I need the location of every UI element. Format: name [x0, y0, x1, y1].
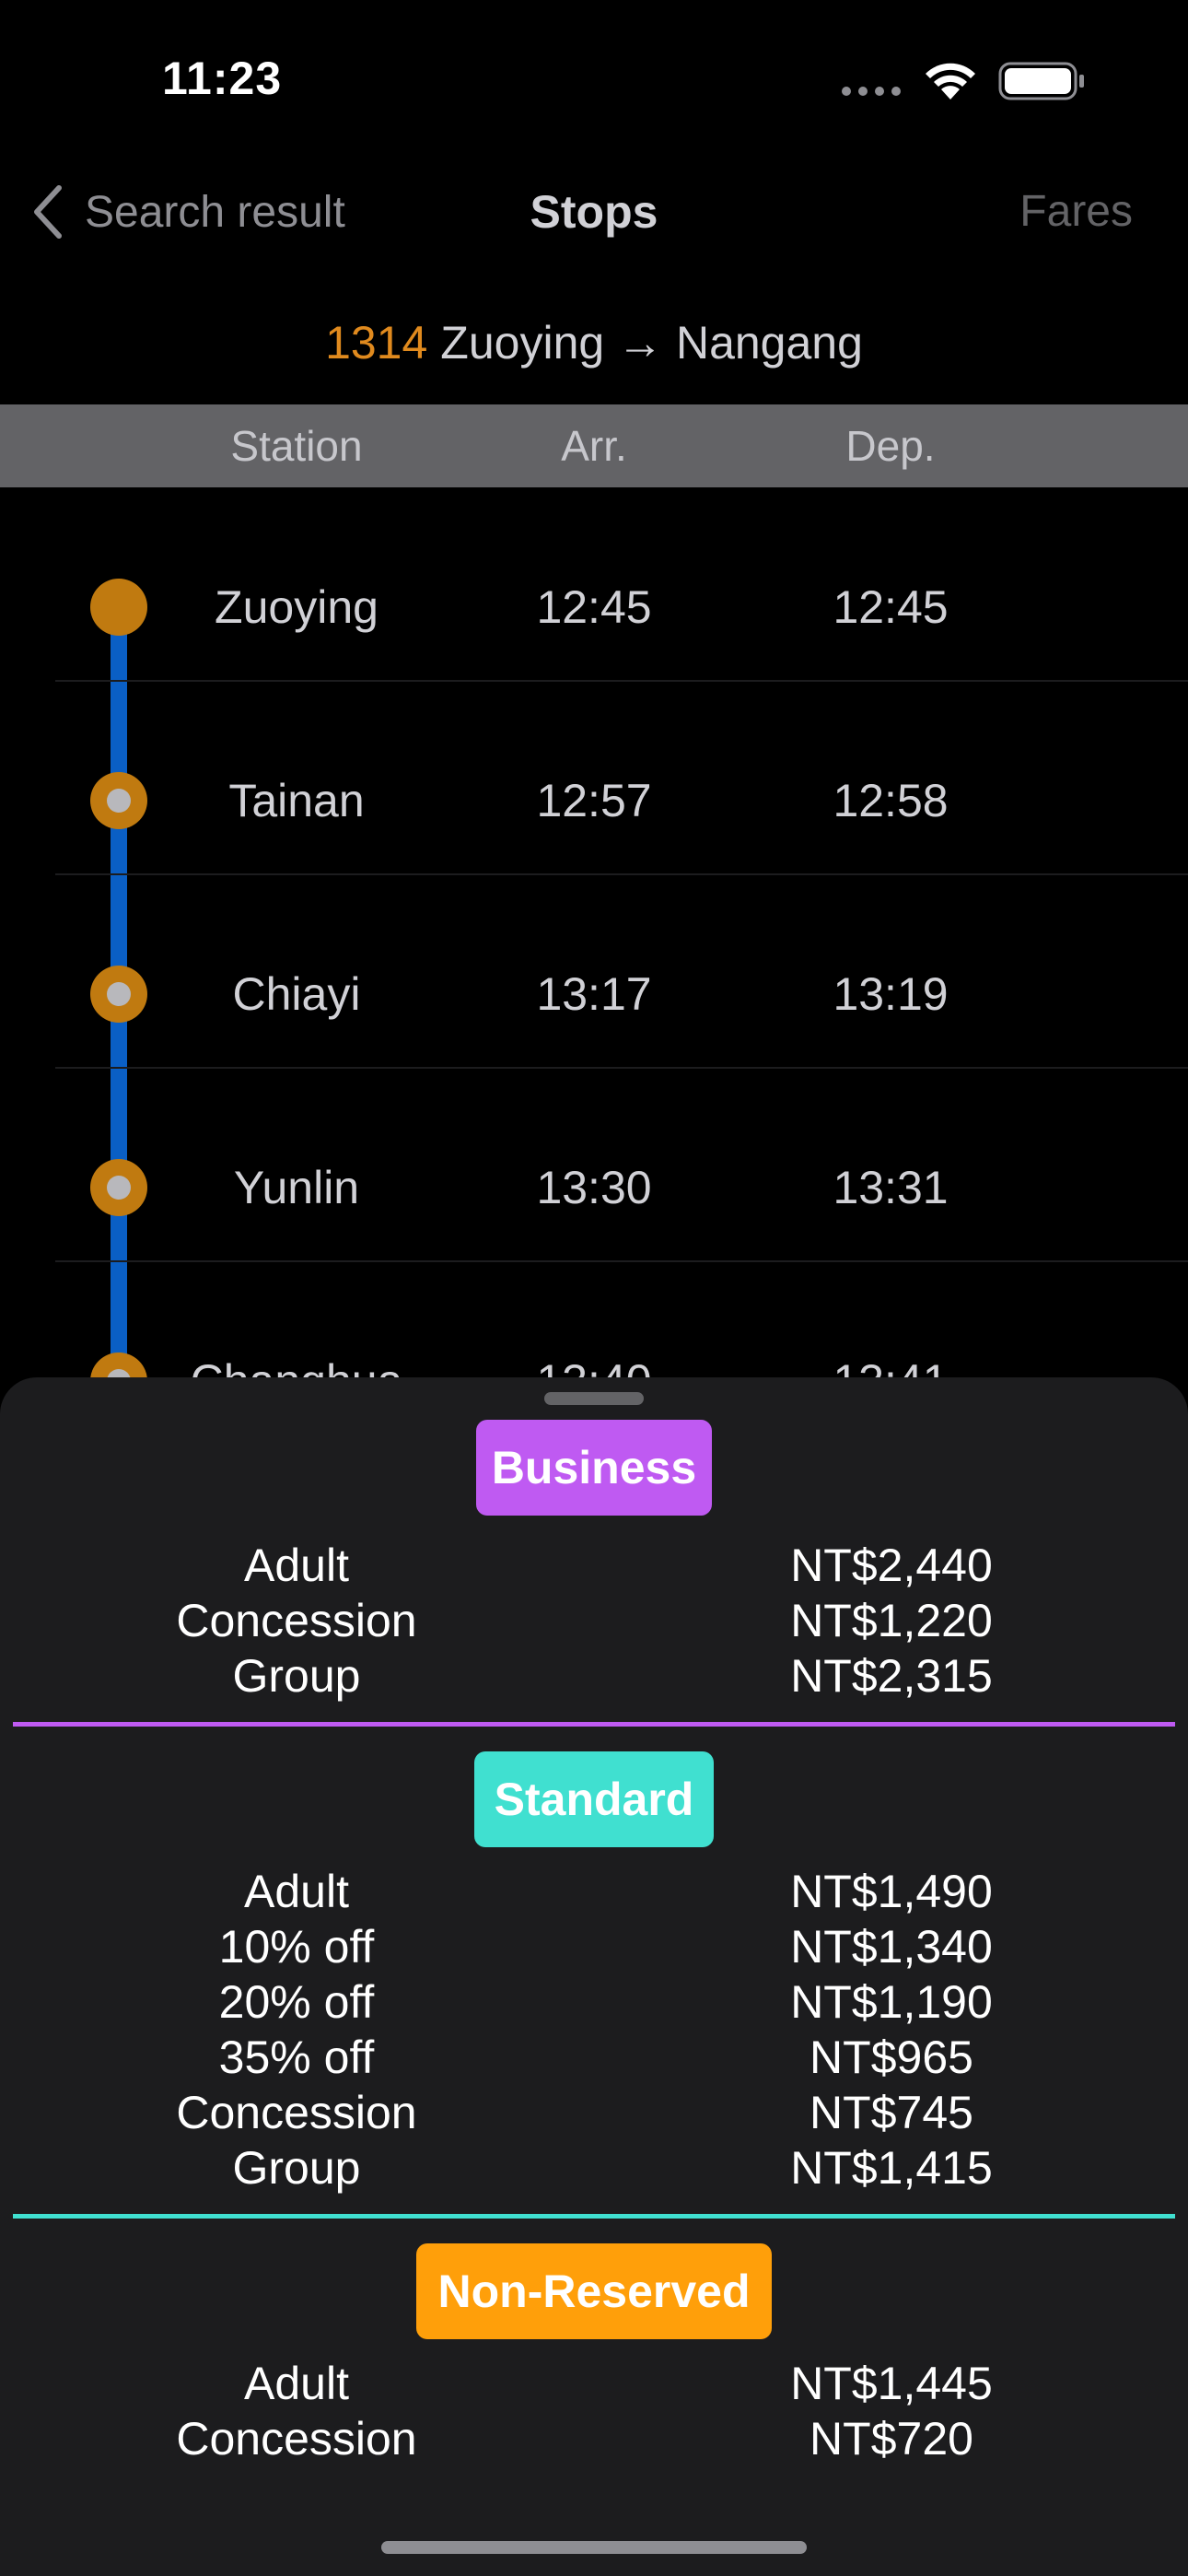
fare-type: Concession	[176, 2413, 417, 2465]
fare-price: NT$1,340	[790, 1921, 993, 1973]
non-reserved-class-badge: Non-Reserved	[416, 2243, 772, 2339]
stop-departure: 12:58	[833, 775, 949, 826]
fare-type: Group	[232, 1650, 361, 1702]
stop-station: Yunlin	[233, 1162, 360, 1213]
stop-row[interactable]: Tainan 12:57 12:58	[0, 682, 1188, 875]
fare-price: NT$1,445	[790, 2358, 993, 2409]
train-number: 1314	[325, 317, 428, 369]
fare-type: Adult	[244, 1540, 349, 1591]
fare-row: Adult NT$2,440	[0, 1538, 1188, 1593]
fare-type: Adult	[244, 1866, 349, 1917]
status-time: 11:23	[162, 53, 283, 104]
stop-station: Chiayi	[232, 968, 361, 1020]
column-departure: Dep.	[845, 422, 936, 470]
standard-class-badge: Standard	[474, 1751, 714, 1847]
column-header: Station Arr. Dep.	[0, 404, 1188, 487]
stop-departure: 13:31	[833, 1162, 949, 1213]
fare-row: Group NT$1,415	[0, 2140, 1188, 2195]
fare-type: Group	[232, 2142, 361, 2194]
stop-row[interactable]: Changhua 13:40 13:41	[0, 1262, 1188, 1377]
fare-row: Adult NT$1,490	[0, 1864, 1188, 1919]
battery-icon	[998, 62, 1084, 100]
status-bar: 11:23	[0, 0, 1188, 138]
fare-price: NT$1,490	[790, 1866, 993, 1917]
fare-row: 35% off NT$965	[0, 2030, 1188, 2085]
nav-bar: Search result Stops Fares	[0, 157, 1188, 267]
fare-row: Concession NT$1,220	[0, 1593, 1188, 1648]
stop-station: Changhua	[158, 1354, 435, 1377]
home-indicator[interactable]	[381, 2541, 807, 2554]
business-class-badge: Business	[476, 1420, 712, 1516]
fare-price: NT$720	[809, 2413, 973, 2465]
fare-row: Group NT$2,315	[0, 1648, 1188, 1704]
stop-station: Tainan	[228, 775, 365, 826]
train-route: Zuoying → Nangang	[440, 317, 863, 369]
stops-list[interactable]: Zuoying 12:45 12:45 Tainan 12:57 12:58 C…	[0, 488, 1188, 1377]
stop-arrival: 13:17	[536, 968, 652, 1020]
fare-type: Adult	[244, 2358, 349, 2409]
fare-type: Concession	[176, 2087, 417, 2138]
column-station: Station	[230, 422, 363, 470]
column-arrival: Arr.	[561, 422, 627, 470]
stop-row[interactable]: Yunlin 13:30 13:31	[0, 1069, 1188, 1262]
fares-sheet[interactable]: Business Adult NT$2,440 Concession NT$1,…	[0, 1377, 1188, 2576]
stop-dot	[90, 1159, 147, 1216]
standard-divider	[13, 2214, 1175, 2219]
train-header: 1314 Zuoying → Nangang	[0, 310, 1188, 376]
fare-type: 20% off	[218, 1976, 375, 2028]
stop-departure: 13:19	[833, 968, 949, 1020]
fare-price: NT$745	[809, 2087, 973, 2138]
wifi-icon	[926, 63, 975, 100]
fare-type: 35% off	[218, 2032, 375, 2083]
stop-station: Zuoying	[215, 581, 379, 633]
stop-row[interactable]: Chiayi 13:17 13:19	[0, 875, 1188, 1069]
stop-departure: 13:41	[752, 1354, 1029, 1377]
fare-price: NT$1,220	[790, 1595, 993, 1646]
stop-dot	[90, 772, 147, 829]
business-divider	[13, 1722, 1175, 1727]
cellular-signal-icon	[842, 87, 901, 96]
fare-row: Adult NT$1,445	[0, 2356, 1188, 2411]
fares-button[interactable]: Fares	[1019, 182, 1133, 241]
stop-dot	[90, 966, 147, 1023]
stop-departure: 12:45	[833, 581, 949, 633]
fare-row: 20% off NT$1,190	[0, 1974, 1188, 2030]
fare-price: NT$1,415	[790, 2142, 993, 2194]
stop-row[interactable]: Zuoying 12:45 12:45	[0, 488, 1188, 682]
fare-row: Concession NT$745	[0, 2085, 1188, 2140]
fare-type: Concession	[176, 1595, 417, 1646]
fare-price: NT$1,190	[790, 1976, 993, 2028]
stop-dot	[90, 1352, 147, 1377]
page-title: Stops	[530, 186, 658, 238]
sheet-grabber[interactable]	[544, 1392, 644, 1405]
fare-row: Concession NT$720	[0, 2411, 1188, 2466]
stop-arrival: 12:45	[536, 581, 652, 633]
fare-row: 10% off NT$1,340	[0, 1919, 1188, 1974]
stop-arrival: 12:57	[536, 775, 652, 826]
stop-arrival: 13:30	[536, 1162, 652, 1213]
fare-price: NT$2,440	[790, 1540, 993, 1591]
stop-arrival: 13:40	[456, 1354, 732, 1377]
stop-origin-dot	[90, 579, 147, 636]
fare-price: NT$2,315	[790, 1650, 993, 1702]
fare-price: NT$965	[809, 2032, 973, 2083]
fare-type: 10% off	[218, 1921, 375, 1973]
